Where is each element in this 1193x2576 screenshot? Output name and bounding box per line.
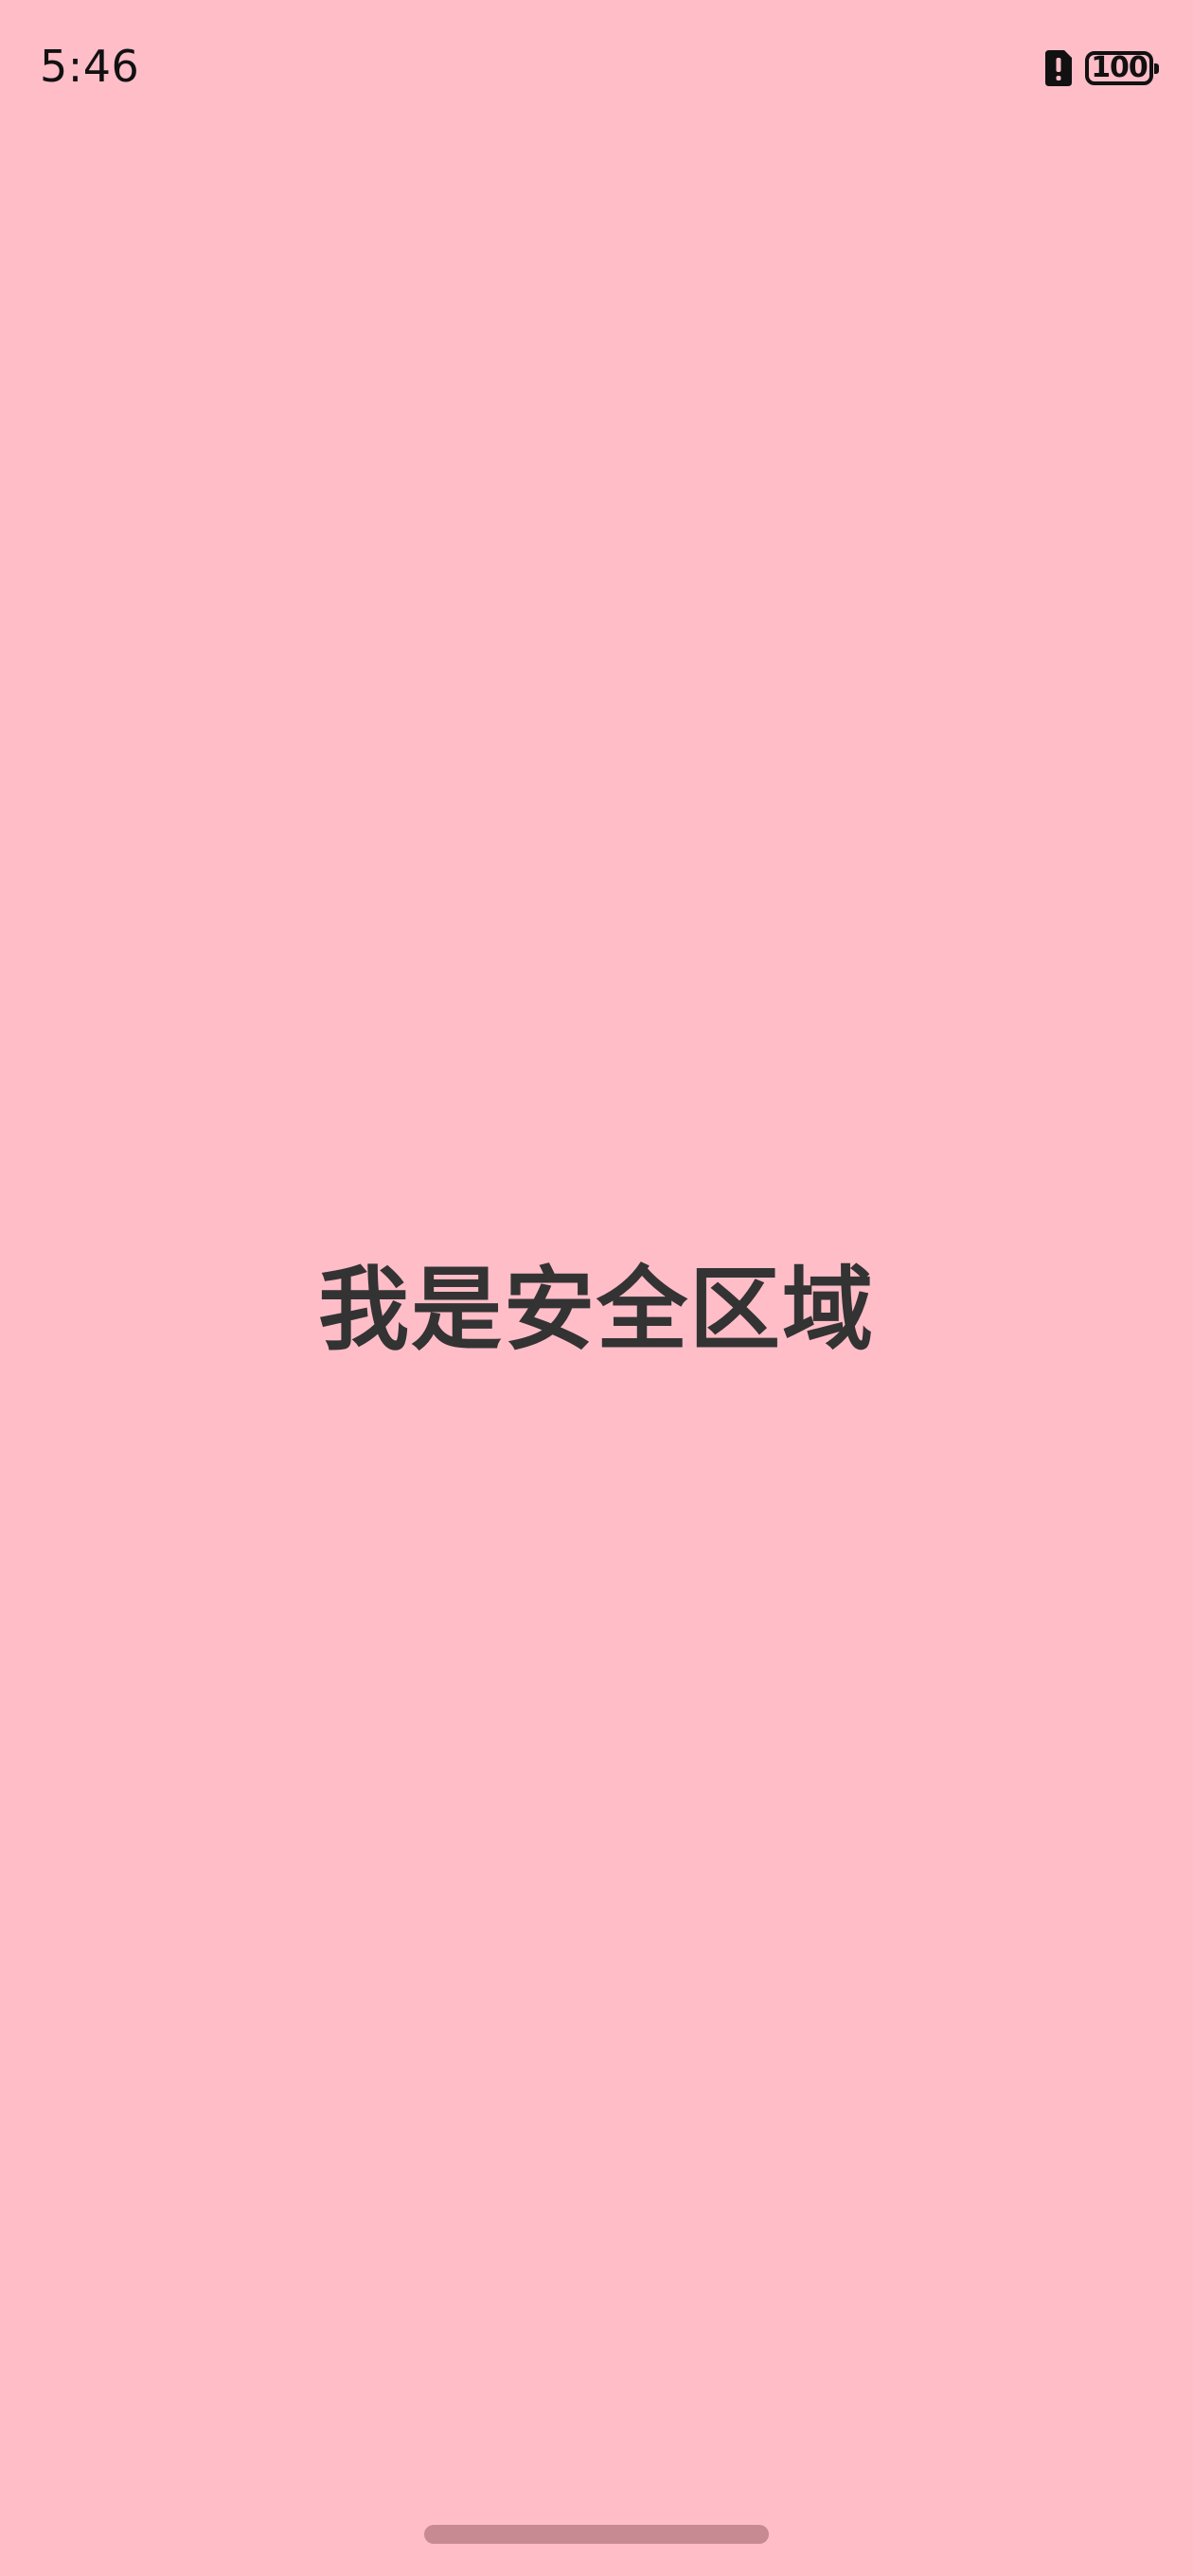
alert-icon xyxy=(1045,50,1072,86)
status-indicators: 100 xyxy=(1045,45,1159,91)
battery-tip xyxy=(1154,63,1159,74)
battery-level: 100 xyxy=(1091,51,1148,84)
home-indicator[interactable] xyxy=(424,2525,769,2544)
status-time: 5:46 xyxy=(40,41,140,92)
safe-area-label: 我是安全区域 xyxy=(318,1257,875,1363)
battery-icon: 100 xyxy=(1085,51,1159,85)
status-bar: 5:46 100 xyxy=(0,0,1193,133)
